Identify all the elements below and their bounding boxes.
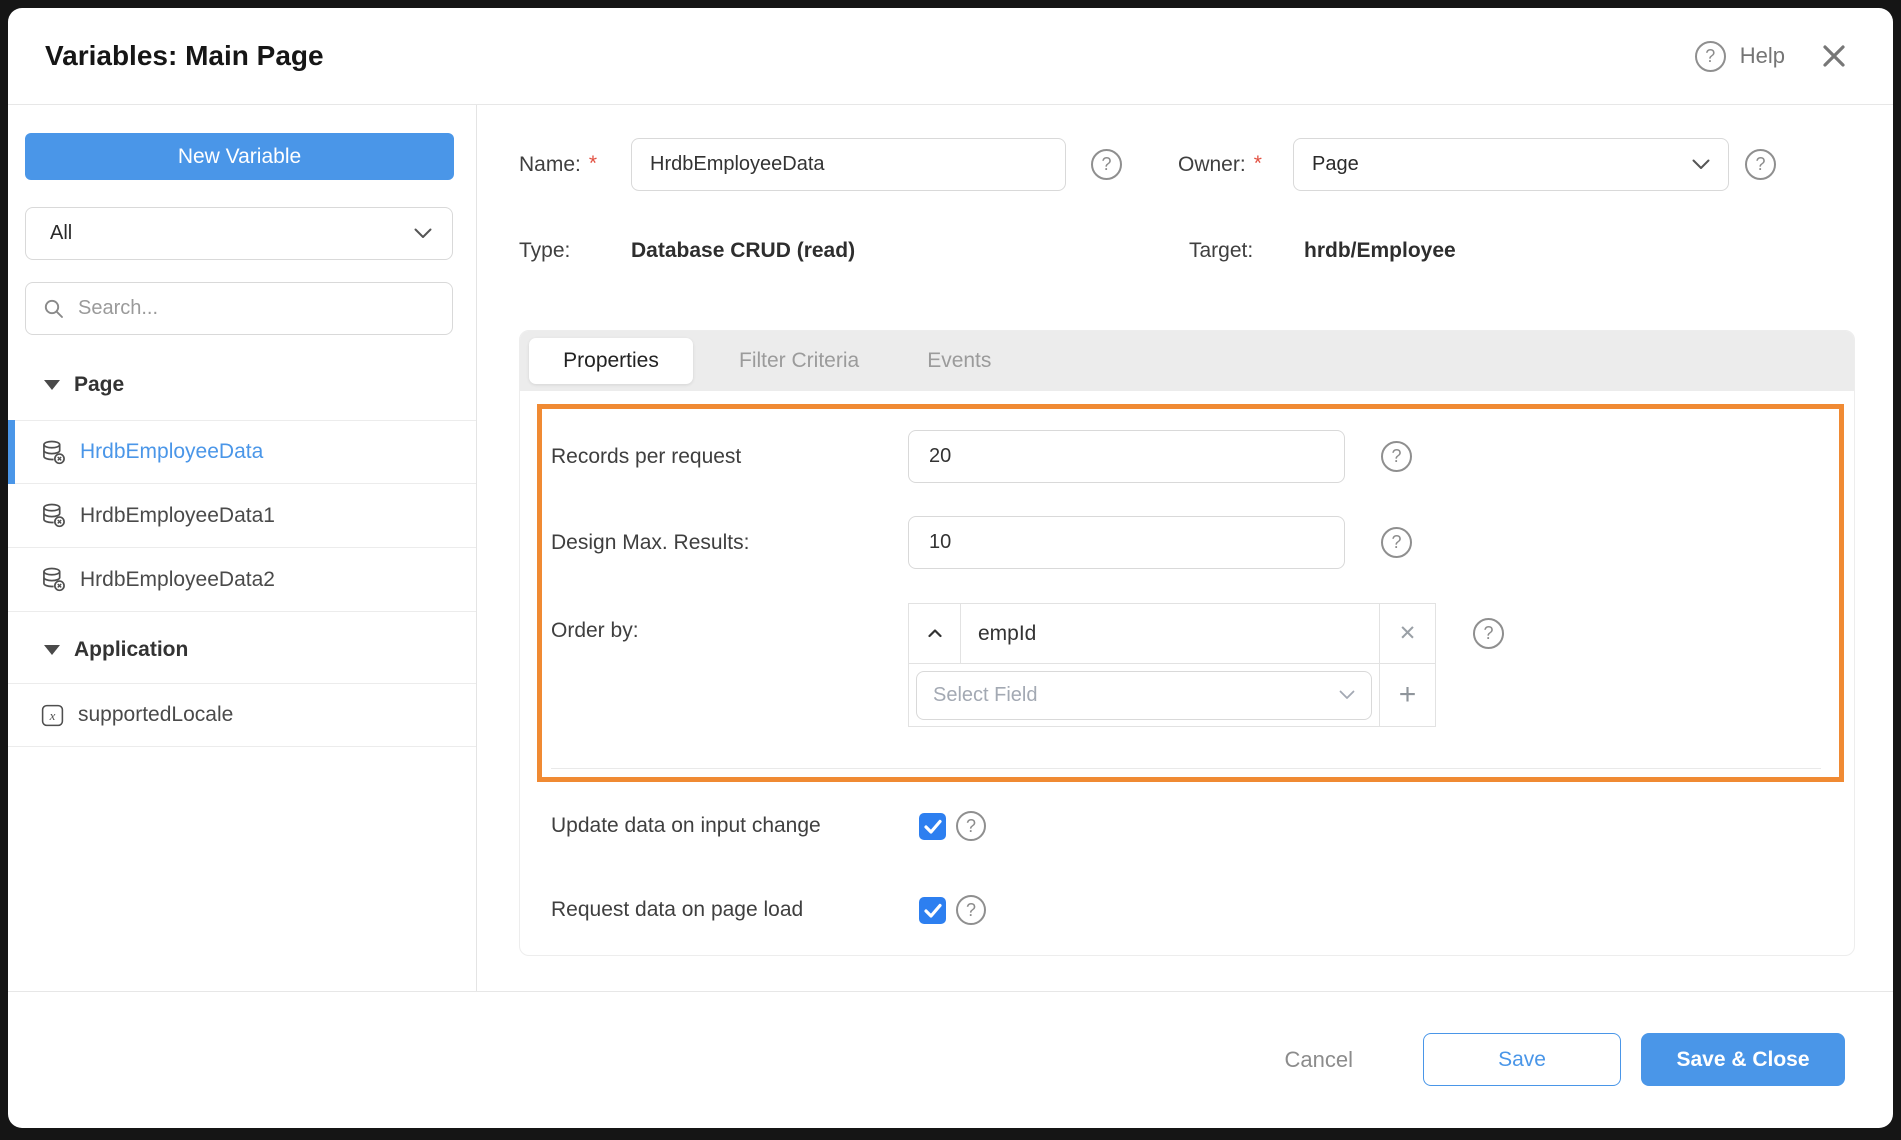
page-title: Variables: Main Page [45,40,324,72]
check-icon [924,903,942,918]
caret-down-icon [44,645,60,655]
order-by-help-icon[interactable]: ? [1473,618,1504,649]
update-data-label: Update data on input change [551,814,919,838]
design-max-results-input[interactable] [908,516,1345,569]
save-and-close-button[interactable]: Save & Close [1641,1033,1845,1086]
database-icon [40,439,67,466]
sidebar-item-hrdbemployeedata1[interactable]: HrdbEmployeeData1 [8,484,476,548]
tab-filter-criteria[interactable]: Filter Criteria [739,349,859,373]
remove-order-field-button[interactable]: ✕ [1379,604,1435,663]
records-per-request-input[interactable] [908,430,1345,483]
sidebar-item-supportedlocale[interactable]: x supportedLocale [8,683,476,747]
name-label: Name: [519,153,581,177]
name-input[interactable] [631,138,1066,191]
order-by-label: Order by: [551,603,908,727]
close-icon[interactable] [1821,43,1847,69]
request-data-label: Request data on page load [551,898,919,922]
tab-strip: Properties Filter Criteria Events [520,331,1854,391]
design-max-results-help-icon[interactable]: ? [1381,527,1412,558]
sidebar-section-application[interactable]: Application [8,630,476,670]
type-value: Database CRUD (read) [631,239,855,262]
chevron-up-icon [928,629,942,638]
page-variable-list: HrdbEmployeeData HrdbEmployeeData1 [8,420,476,612]
database-icon [40,502,67,529]
tab-events[interactable]: Events [927,349,991,373]
sidebar-item-label: HrdbEmployeeData1 [80,504,275,528]
plus-icon: + [1399,678,1417,712]
sidebar-item-label: HrdbEmployeeData2 [80,568,275,592]
variables-dialog: Variables: Main Page ? Help New Variable… [8,8,1893,1128]
filter-dropdown[interactable]: All [25,207,453,260]
chevron-down-icon [1339,690,1355,700]
target-value: hrdb/Employee [1304,239,1456,263]
order-by-field-value[interactable]: empId [961,604,1379,663]
sidebar-item-label: supportedLocale [78,703,233,727]
sidebar-item-label: HrdbEmployeeData [80,440,263,464]
dialog-header: Variables: Main Page ? Help [8,8,1893,105]
variable-detail-pane: Name: * ? Owner: * Page [477,105,1893,991]
cancel-button[interactable]: Cancel [1285,1047,1353,1073]
chevron-down-icon [1692,159,1710,170]
required-star: * [1254,152,1262,176]
variables-sidebar: New Variable All Page [8,105,477,991]
filter-dropdown-value: All [50,222,72,245]
variable-icon: x [40,703,65,728]
owner-select[interactable]: Page [1293,138,1729,191]
search-box [25,282,453,335]
select-field-dropdown[interactable]: Select Field [916,671,1372,720]
sidebar-item-hrdbemployeedata2[interactable]: HrdbEmployeeData2 [8,548,476,612]
section-divider [551,768,1821,769]
owner-help-icon[interactable]: ? [1745,149,1776,180]
request-data-help-icon[interactable]: ? [956,895,986,925]
order-by-table: empId ✕ Select Field [908,603,1436,727]
application-variable-list: x supportedLocale [8,683,476,747]
design-max-results-label: Design Max. Results: [551,531,908,555]
update-data-checkbox[interactable] [919,813,946,840]
properties-panel: Properties Filter Criteria Events Record… [519,330,1855,956]
caret-down-icon [44,380,60,390]
target-label: Target: [1189,239,1253,263]
owner-select-value: Page [1312,153,1359,176]
name-help-icon[interactable]: ? [1091,149,1122,180]
type-label: Type: [519,239,570,263]
help-label[interactable]: Help [1740,43,1785,69]
sidebar-item-hrdbemployeedata[interactable]: HrdbEmployeeData [8,420,476,484]
search-input[interactable] [78,297,438,320]
add-order-field-button[interactable]: + [1379,664,1435,726]
owner-label: Owner: [1178,153,1246,177]
request-data-checkbox[interactable] [919,897,946,924]
sidebar-section-page[interactable]: Page [8,365,476,405]
close-icon: ✕ [1399,621,1417,646]
new-variable-button[interactable]: New Variable [25,133,454,180]
update-data-help-icon[interactable]: ? [956,811,986,841]
search-icon [42,297,66,321]
records-per-request-label: Records per request [551,445,908,469]
select-field-placeholder: Select Field [933,684,1038,707]
check-icon [924,819,942,834]
dialog-footer: Cancel Save Save & Close [8,991,1893,1127]
save-button[interactable]: Save [1423,1033,1621,1086]
tab-properties[interactable]: Properties [529,338,693,384]
chevron-down-icon [414,228,432,239]
svg-text:x: x [49,708,56,723]
database-icon [40,566,67,593]
sort-direction-button[interactable] [909,604,961,663]
help-icon[interactable]: ? [1695,41,1726,72]
required-star: * [589,152,597,176]
records-per-request-help-icon[interactable]: ? [1381,441,1412,472]
